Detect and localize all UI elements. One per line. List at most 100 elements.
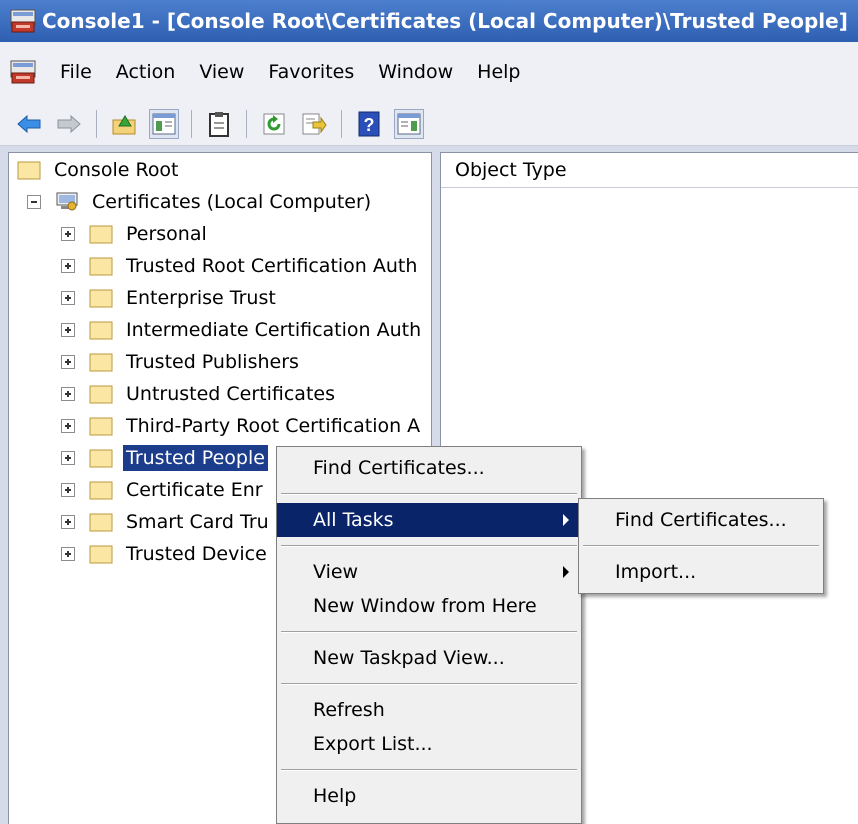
help-button[interactable]: ? [354,109,384,139]
mmc-app-icon[interactable] [10,8,36,34]
properties-button[interactable] [204,109,234,139]
tree-label: Third-Party Root Certification A [126,415,421,437]
all-tasks-submenu: Find Certificates... Import... [578,498,824,594]
tree-item-enterprise-trust[interactable]: Enterprise Trust [61,283,279,313]
menu-item-label: Help [313,785,357,807]
tree-label: Enterprise Trust [126,287,276,309]
menu-separator [281,769,577,771]
column-header-label: Object Type [455,159,567,181]
title-bar: Console1 - [Console Root\Certificates (L… [0,0,858,42]
folder-icon [89,385,113,404]
tree-label: Console Root [54,159,179,181]
menu-item-refresh[interactable]: Refresh [277,693,581,727]
folder-icon [89,513,113,532]
expand-toggle[interactable] [61,227,75,241]
folder-icon [17,161,41,180]
svg-text:?: ? [364,115,375,135]
toolbar-separator [341,109,342,138]
refresh-button[interactable] [259,109,289,139]
folder-icon [89,481,113,500]
certificate-store-icon [56,192,78,211]
tree-item-trusted-devices[interactable]: Trusted Device [61,539,270,569]
menu-item-label: Export List... [313,733,433,755]
back-arrow-icon [17,114,41,133]
tree-label: Trusted Root Certification Auth [126,255,418,277]
tree-label: Trusted Publishers [126,351,299,373]
export-list-icon [302,113,327,134]
menu-separator [281,631,577,633]
menu-window[interactable]: Window [366,55,465,89]
tree-label: Intermediate Certification Auth [126,319,422,341]
clipboard-icon [209,111,229,137]
expand-toggle[interactable] [61,291,75,305]
tree-item-personal[interactable]: Personal [61,219,210,249]
column-header-object-type[interactable]: Object Type [441,153,858,188]
tree-item-trusted-root[interactable]: Trusted Root Certification Auth [61,251,420,281]
system-menu-icon[interactable] [10,59,36,85]
folder-icon [89,353,113,372]
menu-item-view[interactable]: View [277,555,581,589]
tree-item-untrusted[interactable]: Untrusted Certificates [61,379,338,409]
tree-label: Certificates (Local Computer) [92,191,372,213]
expand-toggle[interactable] [61,259,75,273]
submenu-item-import[interactable]: Import... [579,555,823,589]
tree-label-selected: Trusted People [123,445,268,471]
tree-item-third-party-root[interactable]: Third-Party Root Certification A [61,411,423,441]
back-button[interactable] [14,109,44,139]
up-one-level-button[interactable] [109,109,139,139]
tree-item-intermediate[interactable]: Intermediate Certification Auth [61,315,424,345]
menu-item-export-list[interactable]: Export List... [277,727,581,761]
menu-item-all-tasks[interactable]: All Tasks [277,503,581,537]
collapse-toggle[interactable] [27,195,41,209]
menu-file[interactable]: File [48,55,104,89]
menu-help[interactable]: Help [465,55,532,89]
expand-toggle[interactable] [61,355,75,369]
folder-icon [89,417,113,436]
menu-bar: File Action View Favorites Window Help [0,42,858,103]
menu-item-label: New Window from Here [313,595,537,617]
menu-item-find-certificates[interactable]: Find Certificates... [277,451,581,485]
menu-item-label: Import... [615,561,697,583]
expand-toggle[interactable] [61,547,75,561]
forward-button[interactable] [54,109,84,139]
menu-item-label: All Tasks [313,509,394,531]
expand-toggle[interactable] [61,451,75,465]
tree-label: Certificate Enr [126,479,263,501]
menu-view[interactable]: View [187,55,256,89]
tree-item-trusted-publishers[interactable]: Trusted Publishers [61,347,302,377]
folder-icon [89,289,113,308]
expand-toggle[interactable] [61,483,75,497]
window-title: Console1 - [Console Root\Certificates (L… [42,9,848,33]
tree-item-certificates-local-computer[interactable]: Certificates (Local Computer) [27,187,374,217]
toolbar: ? [0,102,858,146]
folder-icon [89,257,113,276]
menu-separator [583,545,819,547]
tree-item-smart-card[interactable]: Smart Card Tru [61,507,272,537]
toolbar-separator [191,109,192,138]
menu-action[interactable]: Action [104,55,188,89]
expand-toggle[interactable] [61,419,75,433]
show-hide-console-tree-button[interactable] [149,108,179,139]
menu-item-label: New Taskpad View... [313,647,505,669]
expand-toggle[interactable] [61,515,75,529]
menu-item-new-taskpad[interactable]: New Taskpad View... [277,641,581,675]
toolbar-separator [96,109,97,138]
tree-item-trusted-people[interactable]: Trusted People [61,443,268,473]
menu-item-help[interactable]: Help [277,779,581,813]
export-list-button[interactable] [299,109,329,139]
menu-favorites[interactable]: Favorites [256,55,366,89]
folder-icon [89,449,113,468]
expand-toggle[interactable] [61,323,75,337]
tree-item-console-root[interactable]: Console Root [17,155,182,185]
menu-item-new-window[interactable]: New Window from Here [277,589,581,623]
submenu-arrow-icon [563,514,569,526]
expand-toggle[interactable] [61,387,75,401]
submenu-item-find-certificates[interactable]: Find Certificates... [579,503,823,537]
help-icon: ? [358,111,380,136]
menu-separator [281,683,577,685]
folder-icon [89,321,113,340]
show-hide-action-pane-button[interactable] [394,108,424,139]
menu-item-label: Find Certificates... [615,509,787,531]
tree-item-certificate-enrollment[interactable]: Certificate Enr [61,475,266,505]
action-pane-icon [397,113,421,134]
